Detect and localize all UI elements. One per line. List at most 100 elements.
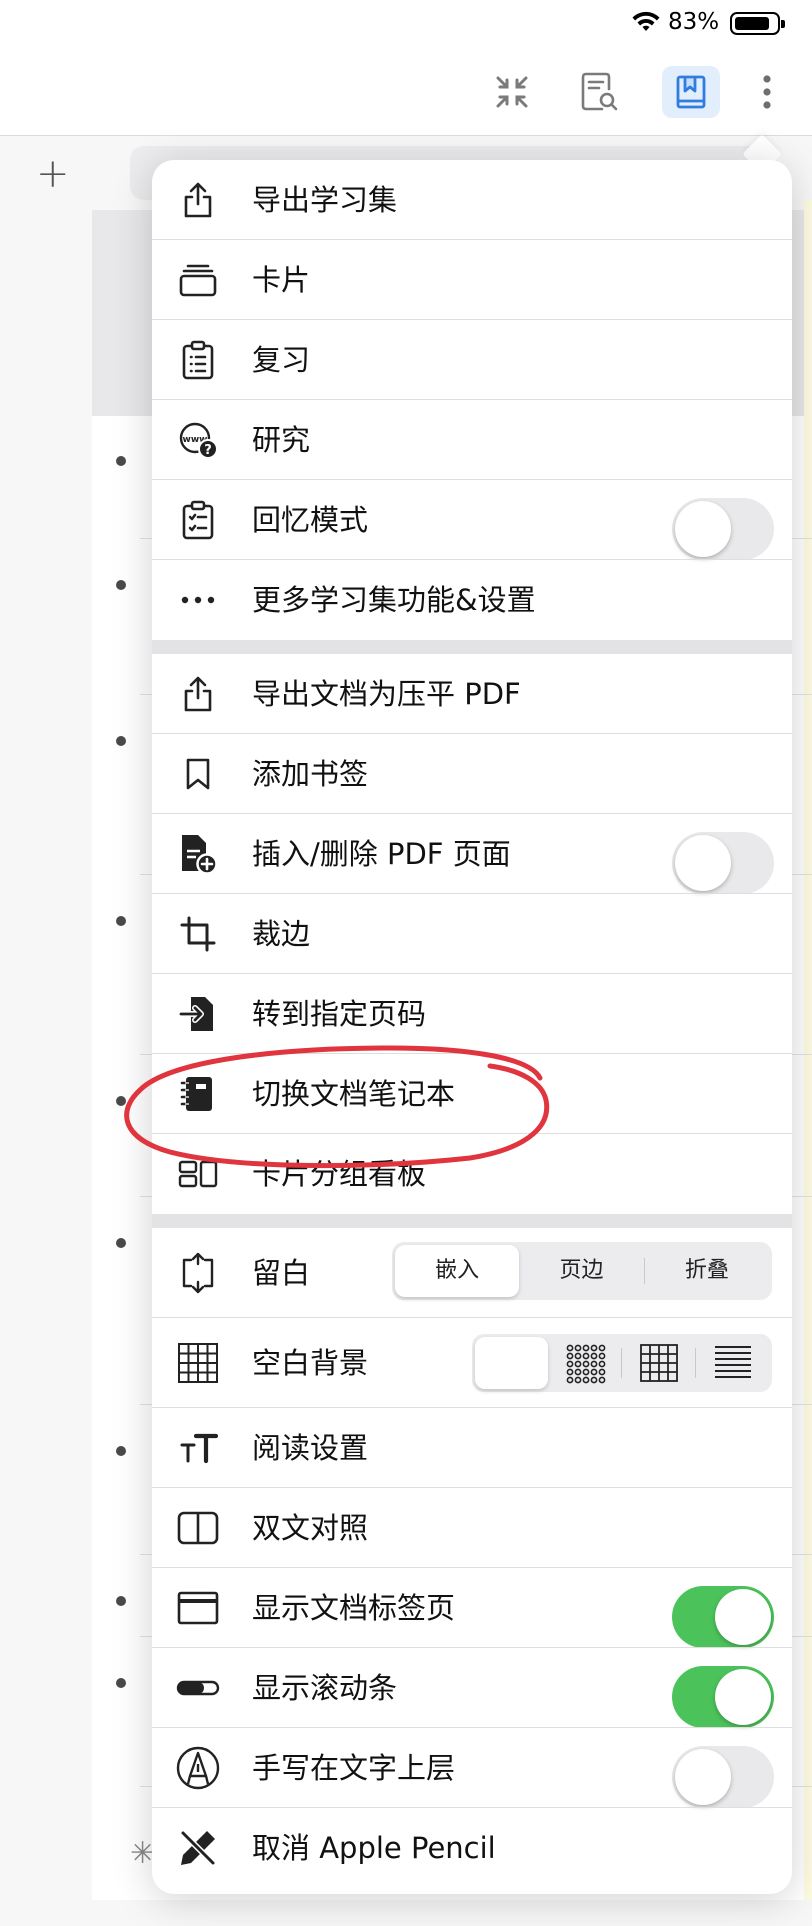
list-bullet: [116, 1238, 126, 1248]
menu-item-show-doc-tabs[interactable]: 显示文档标签页: [152, 1568, 792, 1648]
menu-item-research[interactable]: www? 研究: [152, 400, 792, 480]
menu-item-label: 回忆模式: [252, 503, 369, 537]
section-gap: [152, 1214, 792, 1228]
top-toolbar: [0, 44, 812, 136]
menu-item-write-above-text[interactable]: 手写在文字上层: [152, 1728, 792, 1808]
clipboard-check-icon: [176, 498, 220, 542]
menu-item-label: 双文对照: [252, 1511, 369, 1545]
background-segmented-control[interactable]: [472, 1334, 772, 1392]
text-size-icon: [176, 1426, 220, 1470]
margin-option-page-margin[interactable]: 页边: [519, 1245, 643, 1297]
svg-text:?: ?: [204, 443, 212, 458]
more-vertical-icon[interactable]: [738, 66, 796, 118]
menu-item-more-study-settings[interactable]: 更多学习集功能&设置: [152, 560, 792, 640]
clipboard-list-icon: [176, 338, 220, 382]
show-scrollbar-toggle[interactable]: [672, 1666, 774, 1728]
menu-item-label: 导出文档为压平 PDF: [252, 677, 521, 711]
list-bullet: [116, 1678, 126, 1688]
insert-delete-pages-toggle[interactable]: [672, 832, 774, 894]
notebook-icon: [176, 1072, 220, 1116]
list-bullet: [116, 1596, 126, 1606]
menu-item-label: 裁边: [252, 917, 311, 951]
grid-icon: [176, 1341, 220, 1385]
menu-item-switch-notebook[interactable]: 切换文档笔记本: [152, 1054, 792, 1134]
menu-item-label: 更多学习集功能&设置: [252, 583, 536, 617]
bookmark-icon: [176, 752, 220, 796]
background-option-blank[interactable]: [475, 1337, 548, 1389]
recall-mode-toggle[interactable]: [672, 498, 774, 560]
list-bullet: [116, 456, 126, 466]
menu-item-crop[interactable]: 裁边: [152, 894, 792, 974]
web-question-icon: www?: [176, 418, 220, 462]
menu-item-label: 显示滚动条: [252, 1671, 398, 1705]
background-option-lines[interactable]: [696, 1337, 769, 1389]
pen-nib-icon: [176, 1746, 220, 1790]
document-search-icon[interactable]: [570, 66, 628, 118]
list-bullet: [116, 1096, 126, 1106]
go-to-page-icon: [176, 992, 220, 1036]
ellipsis-icon: [176, 578, 220, 622]
menu-item-cards[interactable]: 卡片: [152, 240, 792, 320]
menu-item-export-flattened-pdf[interactable]: 导出文档为压平 PDF: [152, 654, 792, 734]
menu-item-insert-delete-pages[interactable]: 插入/删除 PDF 页面: [152, 814, 792, 894]
list-bullet: [116, 916, 126, 926]
browser-tabs-icon: [176, 1586, 220, 1630]
menu-item-label: 手写在文字上层: [252, 1751, 456, 1785]
menu-item-margin: 留白 嵌入 页边 折叠: [152, 1228, 792, 1318]
menu-item-label: 显示文档标签页: [252, 1591, 456, 1625]
scrollbar-icon: [176, 1666, 220, 1710]
menu-item-add-bookmark[interactable]: 添加书签: [152, 734, 792, 814]
margin-option-fold[interactable]: 折叠: [645, 1245, 769, 1297]
margin-option-embed[interactable]: 嵌入: [395, 1245, 520, 1297]
crop-icon: [176, 912, 220, 956]
list-bullet: [116, 1446, 126, 1456]
menu-item-recall-mode[interactable]: 回忆模式: [152, 480, 792, 560]
menu-item-label: 复习: [252, 343, 311, 377]
menu-item-label: 卡片: [252, 263, 311, 297]
pencil-cancel-icon: [176, 1826, 220, 1870]
background-option-grid[interactable]: [622, 1337, 695, 1389]
kanban-icon: [176, 1152, 220, 1196]
menu-item-label: 导出学习集: [252, 183, 398, 217]
menu-item-label: 插入/删除 PDF 页面: [252, 837, 511, 871]
margin-expand-icon: [176, 1251, 220, 1295]
menu-item-review[interactable]: 复习: [152, 320, 792, 400]
bookmark-book-icon[interactable]: [662, 66, 720, 118]
menu-item-card-kanban[interactable]: 卡片分组看板: [152, 1134, 792, 1214]
menu-item-label: 卡片分组看板: [252, 1157, 427, 1191]
menu-item-go-to-page[interactable]: 转到指定页码: [152, 974, 792, 1054]
cards-icon: [176, 258, 220, 302]
wifi-icon: [632, 11, 660, 31]
menu-item-show-scrollbar[interactable]: 显示滚动条: [152, 1648, 792, 1728]
highlight-strip: [804, 200, 812, 1900]
background-option-dots[interactable]: [548, 1337, 621, 1389]
study-menu-popover: 导出学习集 卡片 复习 www? 研究 回忆模式 更多学习集功能&设置 导出文档…: [152, 160, 792, 1894]
share-export-icon: [176, 672, 220, 716]
split-view-icon: [176, 1506, 220, 1550]
menu-item-label: 留白: [252, 1256, 311, 1290]
collapse-icon[interactable]: [483, 66, 541, 118]
menu-item-background: 空白背景: [152, 1318, 792, 1408]
menu-item-bilingual-compare[interactable]: 双文对照: [152, 1488, 792, 1568]
menu-item-label: 添加书签: [252, 757, 369, 791]
battery-icon: [730, 12, 785, 35]
menu-item-label: 转到指定页码: [252, 997, 427, 1031]
menu-item-label: 研究: [252, 423, 311, 457]
menu-item-label: 阅读设置: [252, 1431, 369, 1465]
battery-percent: 83%: [668, 9, 720, 35]
menu-item-cancel-apple-pencil[interactable]: 取消 Apple Pencil: [152, 1808, 792, 1888]
menu-item-label: 取消 Apple Pencil: [252, 1831, 496, 1865]
menu-item-label: 切换文档笔记本: [252, 1077, 456, 1111]
add-icon[interactable]: +: [36, 154, 70, 194]
write-above-text-toggle[interactable]: [672, 1746, 774, 1808]
share-export-icon: [176, 178, 220, 222]
menu-item-reading-settings[interactable]: 阅读设置: [152, 1408, 792, 1488]
menu-item-export-study-set[interactable]: 导出学习集: [152, 160, 792, 240]
status-bar: 83%: [0, 0, 812, 44]
file-plus-icon: [176, 832, 220, 876]
section-gap: [152, 640, 792, 654]
menu-item-label: 空白背景: [252, 1346, 369, 1380]
list-bullet: [116, 580, 126, 590]
show-doc-tabs-toggle[interactable]: [672, 1586, 774, 1648]
margin-segmented-control[interactable]: 嵌入 页边 折叠: [392, 1242, 772, 1300]
